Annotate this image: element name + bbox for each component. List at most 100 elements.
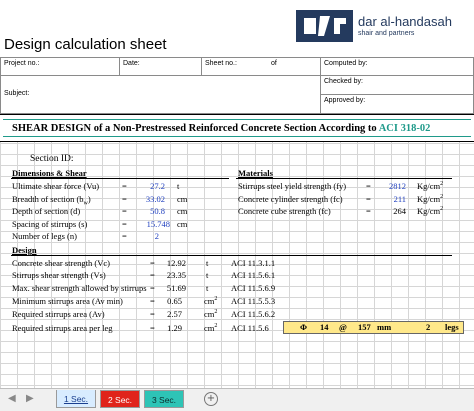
section-id-label: Section ID: bbox=[30, 154, 74, 164]
dim-eq-n: = bbox=[122, 231, 127, 241]
result-phi: Φ bbox=[300, 322, 308, 332]
dimensions-underline bbox=[11, 178, 229, 179]
materials-underline bbox=[236, 178, 452, 179]
design-value-avmin: 0.65 bbox=[167, 296, 182, 306]
tab-sheet-3-label: 3 Sec. bbox=[151, 395, 177, 405]
spreadsheet-grid[interactable]: Design calculation sheet dar al-handasah… bbox=[0, 0, 474, 388]
design-unit-vc: t bbox=[206, 258, 209, 268]
company-logo-icon bbox=[296, 10, 353, 42]
dim-unit-bw: cm bbox=[177, 194, 188, 204]
design-unit-avmin: cm2 bbox=[204, 296, 218, 306]
dim-value-d[interactable]: 50.8 bbox=[140, 206, 165, 216]
computed-by-label: Computed by: bbox=[324, 60, 368, 67]
dim-label-n: Number of legs (n) bbox=[12, 231, 77, 241]
design-value-av: 2.57 bbox=[167, 309, 182, 319]
materials-heading: Materials bbox=[238, 168, 273, 178]
sheet-tab-bar: ◀ ▶ 1 Sec. 2 Sec. 3 Sec. + bbox=[0, 388, 474, 411]
design-label-av: Required stirrups area (Av) bbox=[12, 309, 105, 319]
dim-value-s[interactable]: 15.748 bbox=[140, 219, 170, 229]
project-no-cell[interactable]: Project no.: bbox=[0, 57, 120, 76]
mat-unit-fy: Kg/cm2 bbox=[417, 181, 444, 191]
design-value-vs: 23.35 bbox=[166, 270, 186, 280]
mat-value-fcu: 264 bbox=[393, 206, 406, 216]
result-legs-count: 2 bbox=[426, 322, 431, 332]
subject-label: Subject: bbox=[4, 90, 30, 97]
dim-value-vu[interactable]: 27.2 bbox=[145, 181, 165, 191]
mat-eq-fcu: = bbox=[366, 206, 371, 216]
design-eq-vmax: = bbox=[150, 283, 155, 293]
design-eq-av: = bbox=[150, 309, 155, 319]
computed-by-cell[interactable]: Computed by: bbox=[320, 57, 474, 76]
add-sheet-icon[interactable]: + bbox=[204, 392, 218, 406]
dim-eq-vu: = bbox=[122, 181, 127, 191]
tab-sheet-1-label: 1 Sec. bbox=[63, 394, 89, 404]
dim-unit-d: cm bbox=[177, 206, 188, 216]
mat-unit-fc: Kg/cm2 bbox=[417, 194, 444, 204]
design-ref-vmax: ACI 11.5.6.9 bbox=[231, 283, 276, 293]
dim-value-bw[interactable]: 33.02 bbox=[140, 194, 165, 204]
dim-unit-s: cm bbox=[177, 219, 188, 229]
mat-value-fc[interactable]: 211 bbox=[380, 194, 406, 204]
checked-by-label: Checked by: bbox=[324, 78, 363, 85]
design-unit-vmax: t bbox=[206, 283, 209, 293]
banner-title: SHEAR DESIGN of a Non-Prestressed Reinfo… bbox=[12, 123, 379, 134]
design-ref-av: ACI 11.5.6.2 bbox=[231, 309, 276, 319]
dim-label-vu: Ultimate shear force (Vu) bbox=[12, 181, 100, 191]
result-mm: mm bbox=[377, 322, 392, 332]
dim-eq-s: = bbox=[122, 219, 127, 229]
design-label-avmin: Minimum stirrups area (Av min) bbox=[12, 296, 123, 306]
page-title: Design calculation sheet bbox=[4, 36, 167, 53]
subject-cell[interactable]: Subject: bbox=[0, 75, 321, 114]
design-eq-avleg: = bbox=[150, 323, 155, 333]
tab-sheet-3[interactable]: 3 Sec. bbox=[144, 390, 184, 408]
design-label-vs: Stirrups shear strength (Vs) bbox=[12, 270, 106, 280]
design-label-avleg: Required stirrups area per leg bbox=[12, 323, 113, 333]
design-ref-avmin: ACI 11.5.5.3 bbox=[231, 296, 276, 306]
result-at: @ bbox=[339, 322, 347, 332]
design-unit-avleg: cm2 bbox=[204, 323, 218, 333]
dimensions-heading: Dimensions & Shear bbox=[12, 168, 87, 178]
design-underline bbox=[11, 255, 452, 256]
sheet-header-table: Project no.: Date: Sheet no.: of Compute… bbox=[0, 57, 474, 114]
design-eq-vs: = bbox=[150, 270, 155, 280]
dim-value-n[interactable]: 2 bbox=[145, 231, 159, 241]
mat-label-fcu: Concrete cube strength (fc) bbox=[238, 206, 331, 216]
mat-label-fc: Concrete cylinder strength (fc) bbox=[238, 194, 343, 204]
result-spacing: 157 bbox=[358, 322, 371, 332]
sheet-no-label: Sheet no.: bbox=[205, 60, 237, 67]
next-sheet-icon[interactable]: ▶ bbox=[26, 393, 34, 404]
result-box bbox=[283, 321, 464, 334]
mat-value-fy[interactable]: 2812 bbox=[380, 181, 406, 191]
checked-by-cell[interactable]: Checked by: bbox=[320, 75, 474, 95]
mat-eq-fy: = bbox=[366, 181, 371, 191]
mat-label-fy: Stirrups steel yield strength (fy) bbox=[238, 181, 347, 191]
logo-mark-icon bbox=[304, 16, 346, 36]
dim-label-s: Spacing of stirrups (s) bbox=[12, 219, 88, 229]
tab-sheet-1[interactable]: 1 Sec. bbox=[56, 390, 96, 408]
banner-text: SHEAR DESIGN of a Non-Prestressed Reinfo… bbox=[12, 123, 430, 134]
result-diameter: 14 bbox=[320, 322, 329, 332]
design-value-vc: 12.92 bbox=[166, 258, 186, 268]
design-heading: Design bbox=[12, 245, 37, 255]
of-label: of bbox=[271, 60, 277, 67]
design-value-avleg: 1.29 bbox=[167, 323, 182, 333]
design-unit-av: cm2 bbox=[204, 309, 218, 319]
design-eq-vc: = bbox=[150, 258, 155, 268]
dim-label-bw: Breadth of section (bw) bbox=[12, 194, 91, 207]
approved-by-cell[interactable]: Approved by: bbox=[320, 94, 474, 114]
logo-name: dar al-handasah bbox=[358, 14, 452, 29]
sheet-no-cell[interactable]: Sheet no.: of bbox=[201, 57, 321, 76]
tab-sheet-2[interactable]: 2 Sec. bbox=[100, 390, 140, 408]
dim-label-d: Depth of section (d) bbox=[12, 206, 81, 216]
design-eq-avmin: = bbox=[150, 296, 155, 306]
dim-eq-bw: = bbox=[122, 194, 127, 204]
title-band: Design calculation sheet dar al-handasah… bbox=[0, 0, 474, 57]
date-label: Date: bbox=[123, 60, 140, 67]
approved-by-label: Approved by: bbox=[324, 97, 366, 104]
prev-sheet-icon[interactable]: ◀ bbox=[8, 393, 16, 404]
logo-subtitle: shair and partners bbox=[358, 30, 415, 37]
date-cell[interactable]: Date: bbox=[119, 57, 202, 76]
design-ref-avleg: ACI 11.5.6 bbox=[231, 323, 269, 333]
design-ref-vs: ACI 11.5.6.1 bbox=[231, 270, 276, 280]
banner-code: ACI 318-02 bbox=[378, 123, 431, 134]
